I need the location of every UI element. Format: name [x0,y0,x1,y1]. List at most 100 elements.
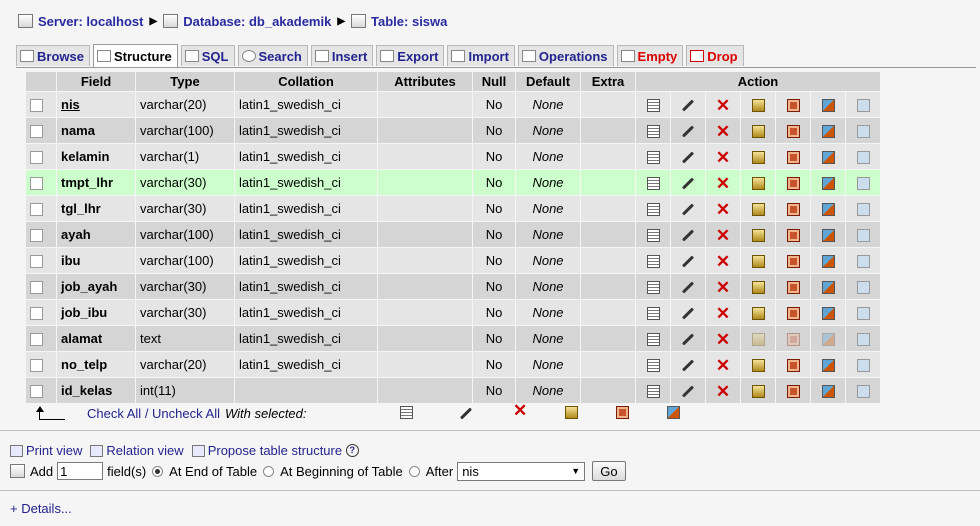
fulltext-icon[interactable] [856,125,870,139]
delete-icon[interactable]: ✕ [716,305,730,322]
pencil-icon[interactable] [681,333,695,346]
tab-search[interactable]: Search [237,45,308,66]
browse-icon[interactable] [646,177,660,191]
browse-icon[interactable] [646,203,660,217]
pencil-icon[interactable] [681,385,695,398]
column-header[interactable]: Extra [581,72,635,91]
details-link[interactable]: + Details... [10,501,72,516]
fulltext-icon[interactable] [856,333,870,347]
fulltext-icon[interactable] [856,229,870,243]
index-icon[interactable] [821,333,835,347]
delete-icon[interactable]: ✕ [716,201,730,218]
row-checkbox[interactable] [30,177,43,191]
row-checkbox[interactable] [30,203,43,217]
index-icon[interactable] [821,151,835,165]
unique-icon[interactable] [786,255,800,269]
table-row[interactable]: job_ibu varchar(30) latin1_swedish_ci No Non… [26,300,880,325]
breadcrumb-table[interactable]: Table: siswa [371,14,447,29]
pencil-icon[interactable] [681,203,695,216]
row-checkbox-cell[interactable] [26,378,56,403]
table-row[interactable]: tgl_lhr varchar(30) latin1_swedish_ci No Non… [26,196,880,221]
browse-icon[interactable] [646,125,660,139]
delete-icon[interactable]: ✕ [716,175,730,192]
fulltext-icon[interactable] [856,281,870,295]
table-row[interactable]: job_ayah varchar(30) latin1_swedish_ci No No… [26,274,880,299]
breadcrumb-database[interactable]: Database: db_akademik [183,14,331,29]
tab-empty[interactable]: Empty [616,45,684,66]
row-checkbox[interactable] [30,359,43,373]
column-header[interactable]: Attributes [378,72,472,91]
row-checkbox-cell[interactable] [26,196,56,221]
row-checkbox-cell[interactable] [26,300,56,325]
browse-icon[interactable] [646,359,660,373]
column-header[interactable]: Collation [235,72,377,91]
primary-key-icon[interactable] [751,307,765,321]
tab-browse[interactable]: Browse [16,45,90,66]
row-checkbox[interactable] [30,229,43,243]
index-icon[interactable] [821,255,835,269]
row-checkbox[interactable] [30,281,43,295]
index-icon[interactable] [821,99,835,113]
browse-icon[interactable] [646,307,660,321]
primary-key-icon[interactable] [751,255,765,269]
unique-icon[interactable] [786,229,800,243]
column-header[interactable]: Type [136,72,234,91]
pencil-icon[interactable] [681,307,695,320]
tab-sql[interactable]: SQL [180,45,235,66]
row-checkbox-cell[interactable] [26,118,56,143]
tab-import[interactable]: Import [447,45,515,66]
table-row[interactable]: ibu varchar(100) latin1_swedish_ci No None ✕ [26,248,880,273]
primary-key-icon[interactable] [751,177,765,191]
table-row[interactable]: nis varchar(20) latin1_swedish_ci No None ✕ [26,92,880,117]
unique-icon[interactable] [786,177,800,191]
browse-icon[interactable] [646,385,660,399]
primary-key-icon[interactable] [751,281,765,295]
row-checkbox-cell[interactable] [26,222,56,247]
unique-icon[interactable] [786,151,800,165]
index-icon[interactable] [821,359,835,373]
browse-icon[interactable] [646,281,660,295]
fulltext-icon[interactable] [856,307,870,321]
tab-operations[interactable]: Operations [517,45,614,66]
delete-icon[interactable]: ✕ [716,331,730,348]
pencil-icon[interactable] [681,125,695,138]
primary-key-icon[interactable] [751,125,765,139]
index-icon[interactable] [821,385,835,399]
browse-icon[interactable] [646,255,660,269]
uncheck-all-link[interactable]: Uncheck All [152,406,220,421]
delete-icon[interactable]: ✕ [716,123,730,140]
index-icon[interactable] [821,281,835,295]
pencil-icon[interactable] [681,151,695,164]
row-checkbox-cell[interactable] [26,248,56,273]
table-row[interactable]: tmpt_lhr varchar(30) latin1_swedish_ci No No… [26,170,880,195]
unique-icon[interactable] [616,406,629,419]
pencil-icon[interactable] [681,99,695,112]
row-checkbox-cell[interactable] [26,144,56,169]
table-row[interactable]: id_kelas int(11) No None ✕ [26,378,880,403]
pencil-icon[interactable] [681,229,695,242]
fulltext-icon[interactable] [856,203,870,217]
table-row[interactable]: nama varchar(100) latin1_swedish_ci No None ✕ [26,118,880,143]
column-header[interactable]: Default [516,72,580,91]
check-all-link[interactable]: Check All [87,406,141,421]
table-row[interactable]: ayah varchar(100) latin1_swedish_ci No None ✕ [26,222,880,247]
table-row[interactable]: kelamin varchar(1) latin1_swedish_ci No None… [26,144,880,169]
primary-key-icon[interactable] [751,359,765,373]
primary-key-icon[interactable] [751,385,765,399]
browse-icon[interactable] [646,333,660,347]
delete-icon[interactable]: ✕ [716,97,730,114]
row-checkbox[interactable] [30,255,43,269]
index-icon[interactable] [821,125,835,139]
help-icon[interactable]: ? [345,444,359,457]
unique-icon[interactable] [786,333,800,347]
index-icon[interactable] [821,229,835,243]
column-header[interactable]: Null [473,72,515,91]
browse-icon[interactable] [646,99,660,113]
field-count-input[interactable] [57,462,104,480]
row-checkbox-cell[interactable] [26,274,56,299]
delete-icon[interactable]: ✕ [716,253,730,270]
tab-structure[interactable]: Structure [92,44,178,67]
delete-icon[interactable]: ✕ [716,279,730,296]
beginning-of-table-radio[interactable] [263,465,275,477]
unique-icon[interactable] [786,99,800,113]
